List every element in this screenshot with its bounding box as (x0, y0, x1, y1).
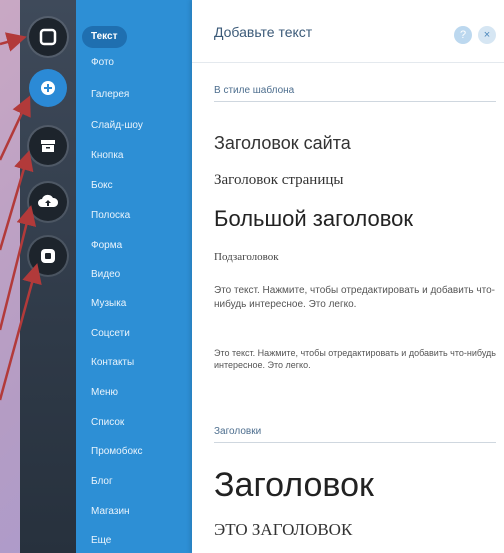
category-promobox[interactable]: Промобокс (82, 441, 152, 463)
preset-paragraph-1[interactable]: Это текст. Нажмите, чтобы отредактироват… (214, 284, 498, 312)
category-video[interactable]: Видео (82, 264, 129, 286)
section-headings-label: Заголовки (214, 426, 262, 437)
category-social[interactable]: Соцсети (82, 323, 139, 345)
category-shop[interactable]: Магазин (82, 501, 139, 523)
app-icon (41, 249, 55, 263)
add-menu-button[interactable] (29, 18, 67, 56)
category-photo[interactable]: Фото (82, 52, 123, 74)
preset-heading-large[interactable]: Заголовок (214, 466, 374, 505)
category-list[interactable]: Список (82, 412, 133, 434)
add-text-panel: Добавьте текст ? × В стиле шаблона Загол… (192, 0, 504, 553)
preset-subtitle[interactable]: Подзаголовок (214, 251, 279, 263)
help-button[interactable]: ? (454, 26, 472, 44)
square-icon (39, 28, 57, 46)
preset-paragraph-2[interactable]: Это текст. Нажмите, чтобы отредактироват… (214, 347, 498, 371)
category-button[interactable]: Кнопка (82, 145, 132, 167)
section-divider (214, 442, 496, 443)
preset-heading-caps[interactable]: ЭТО ЗАГОЛОВОК (214, 520, 352, 540)
category-more[interactable]: Еще (82, 530, 120, 552)
archive-icon (41, 140, 55, 152)
category-gallery[interactable]: Галерея (82, 84, 138, 106)
cloud-upload-icon (38, 194, 59, 207)
section-template-label: В стиле шаблона (214, 85, 295, 96)
category-box[interactable]: Бокс (82, 175, 122, 197)
category-contacts[interactable]: Контакты (82, 352, 143, 374)
category-slideshow[interactable]: Слайд-шоу (82, 115, 152, 137)
categories-column: Текст Фото Галерея Слайд-шоу Кнопка Бокс… (76, 0, 192, 553)
category-strip[interactable]: Полоска (82, 205, 139, 227)
section-divider (214, 101, 496, 102)
app-market-button[interactable] (29, 237, 67, 275)
preset-big-title[interactable]: Большой заголовок (214, 206, 413, 232)
category-text[interactable]: Текст (82, 26, 127, 48)
background-button[interactable] (29, 127, 67, 165)
panel-title: Добавьте текст (214, 24, 313, 40)
plus-icon (41, 81, 55, 95)
category-menu[interactable]: Меню (82, 382, 127, 404)
preset-site-title[interactable]: Заголовок сайта (214, 133, 351, 154)
upload-button[interactable] (29, 183, 67, 221)
category-music[interactable]: Музыка (82, 293, 135, 315)
preset-page-title[interactable]: Заголовок страницы (214, 172, 343, 189)
left-icon-rail (20, 0, 76, 553)
header-divider (192, 62, 504, 63)
category-blog[interactable]: Блог (82, 471, 122, 493)
category-form[interactable]: Форма (82, 235, 131, 257)
add-button[interactable] (29, 69, 67, 107)
close-button[interactable]: × (478, 26, 496, 44)
